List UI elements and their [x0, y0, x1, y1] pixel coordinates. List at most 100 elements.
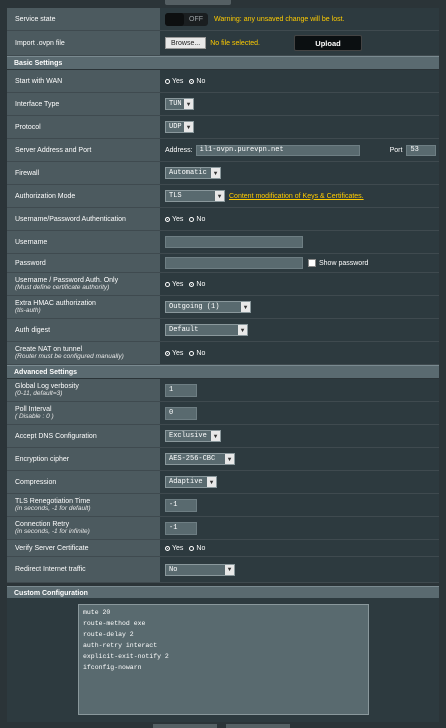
service-state-toggle[interactable]: OFF: [165, 12, 208, 26]
radio-label: Yes: [172, 280, 184, 288]
userpass-auth-no[interactable]: No: [189, 216, 205, 223]
radio-label: No: [196, 215, 206, 223]
conn-retry-input[interactable]: -1: [165, 521, 197, 535]
log-verbosity-hint: (0-11, default=3): [15, 390, 63, 397]
row-firewall: Firewall Automatic ▼: [7, 162, 439, 185]
bottom-button-stub[interactable]: [226, 724, 290, 728]
cipher-select[interactable]: AES-256-CBC ▼: [165, 453, 235, 465]
show-password-label: Show password: [319, 259, 369, 267]
start-wan-yes[interactable]: Yes: [165, 78, 183, 85]
poll-interval-input[interactable]: 0: [165, 406, 197, 420]
upload-button[interactable]: Upload: [294, 35, 362, 51]
radio-label: No: [196, 544, 206, 552]
select-value: TUN: [169, 100, 182, 108]
userpass-only-yes[interactable]: Yes: [165, 281, 183, 288]
row-accept-dns: Accept DNS Configuration Exclusive ▼: [7, 425, 439, 448]
hmac-title: Extra HMAC authorization: [15, 300, 96, 307]
username-label: Username: [7, 231, 160, 253]
accept-dns-select[interactable]: Exclusive ▼: [165, 430, 221, 442]
row-server-address: Server Address and Port Address: il1-ovp…: [7, 139, 439, 162]
address-input[interactable]: il1-ovpn.purevpn.net: [195, 144, 360, 156]
chevron-down-icon: ▼: [184, 99, 193, 109]
tls-reneg-label: TLS Renegotiation Time (in seconds, -1 f…: [7, 494, 160, 516]
select-value: No: [169, 565, 178, 574]
create-nat-yes[interactable]: Yes: [165, 350, 183, 357]
select-value: Exclusive: [169, 432, 207, 440]
log-verbosity-input[interactable]: 1: [165, 383, 197, 397]
verify-cert-yes[interactable]: Yes: [165, 545, 183, 552]
auth-mode-label: Authorization Mode: [7, 185, 160, 207]
keys-certs-link[interactable]: Content modification of Keys & Certifica…: [229, 193, 364, 200]
radio-icon: [189, 216, 195, 222]
userpass-only-no[interactable]: No: [189, 281, 205, 288]
redirect-select[interactable]: No ▼: [165, 563, 235, 576]
auth-digest-select[interactable]: Default ▼: [165, 324, 248, 336]
radio-icon: [189, 350, 195, 356]
config-line: ifconfig-nowarn: [83, 664, 142, 671]
radio-selected-icon: [165, 545, 170, 551]
compression-select[interactable]: Adaptive ▼: [165, 476, 217, 488]
server-address-label: Server Address and Port: [7, 139, 160, 161]
hmac-label: Extra HMAC authorization (tls-auth): [7, 296, 160, 318]
row-password: Password Show password: [7, 254, 439, 273]
select-value: Outgoing (1): [169, 303, 220, 311]
tls-reneg-input[interactable]: -1: [165, 498, 197, 512]
port-input[interactable]: 53: [406, 144, 437, 156]
chevron-down-icon: ▼: [211, 431, 220, 441]
chevron-down-icon: ▼: [225, 564, 234, 575]
redirect-label: Redirect Internet traffic: [7, 557, 160, 582]
poll-interval-label: Poll Interval ( Disable : 0 ): [7, 402, 160, 424]
password-input[interactable]: [165, 257, 303, 269]
bottom-button-stub[interactable]: [153, 724, 217, 728]
firewall-select[interactable]: Automatic ▼: [165, 167, 221, 179]
radio-selected-icon: [165, 216, 170, 222]
row-hmac: Extra HMAC authorization (tls-auth) Outg…: [7, 296, 439, 319]
row-poll-interval: Poll Interval ( Disable : 0 ) 0: [7, 402, 439, 425]
verify-cert-label: Verify Server Certificate: [7, 540, 160, 556]
hmac-hint: (tls-auth): [15, 307, 41, 314]
username-input[interactable]: [165, 236, 303, 248]
bottom-bar: [0, 722, 446, 728]
select-value: TLS: [169, 192, 182, 200]
config-line: explicit-exit-notify 2: [83, 653, 169, 660]
row-verify-cert: Verify Server Certificate Yes No: [7, 540, 439, 557]
chevron-down-icon: ▼: [215, 191, 224, 201]
browse-button[interactable]: Browse...: [165, 37, 207, 49]
radio-label: Yes: [172, 215, 184, 223]
config-line: mute 20: [83, 609, 111, 616]
conn-retry-title: Connection Retry: [15, 521, 70, 528]
row-conn-retry: Connection Retry (in seconds, -1 for inf…: [7, 517, 439, 540]
custom-config-textarea[interactable]: mute 20 route-method exe route-delay 2 auth…: [78, 604, 369, 715]
interface-type-select[interactable]: TUN ▼: [165, 98, 194, 110]
row-create-nat: Create NAT on tunnel (Router must be con…: [7, 342, 439, 365]
row-username: Username: [7, 231, 439, 254]
log-verbosity-label: Global Log verbosity (0-11, default=3): [7, 379, 160, 401]
chevron-down-icon: ▼: [225, 454, 234, 464]
verify-cert-no[interactable]: No: [189, 545, 205, 552]
row-import-ovpn: Import .ovpn file Browse... No file sele…: [7, 31, 439, 56]
tls-reneg-hint: (in seconds, -1 for default): [15, 505, 91, 512]
create-nat-no[interactable]: No: [189, 350, 205, 357]
settings-panel: Service state OFF Warning: any unsaved c…: [7, 0, 439, 728]
auth-mode-select[interactable]: TLS ▼: [165, 190, 225, 202]
log-verbosity-title: Global Log verbosity: [15, 383, 79, 390]
userpass-auth-yes[interactable]: Yes: [165, 216, 183, 223]
radio-selected-icon: [189, 281, 195, 287]
protocol-select[interactable]: UDP ▼: [165, 121, 194, 133]
unsaved-warning: Warning: any unsaved change will be lost…: [214, 15, 345, 23]
config-line: auth-retry interact: [83, 642, 158, 649]
start-wan-no[interactable]: No: [189, 78, 205, 85]
basic-settings-header: Basic Settings: [7, 56, 439, 69]
row-auth-digest: Auth digest Default ▼: [7, 319, 439, 342]
tls-reneg-title: TLS Renegotiation Time: [15, 498, 91, 505]
show-password-checkbox[interactable]: [308, 259, 316, 267]
advanced-settings-header: Advanced Settings: [7, 365, 439, 378]
userpass-only-label: Username / Password Auth. Only (Must def…: [7, 273, 160, 295]
chevron-down-icon: ▼: [238, 325, 247, 335]
userpass-only-hint: (Must define certificate authority): [15, 284, 110, 291]
row-interface-type: Interface Type TUN ▼: [7, 93, 439, 116]
row-compression: Compression Adaptive ▼: [7, 471, 439, 494]
create-nat-title: Create NAT on tunnel: [15, 346, 83, 353]
row-userpass-auth: Username/Password Authentication Yes No: [7, 208, 439, 231]
hmac-select[interactable]: Outgoing (1) ▼: [165, 301, 251, 313]
